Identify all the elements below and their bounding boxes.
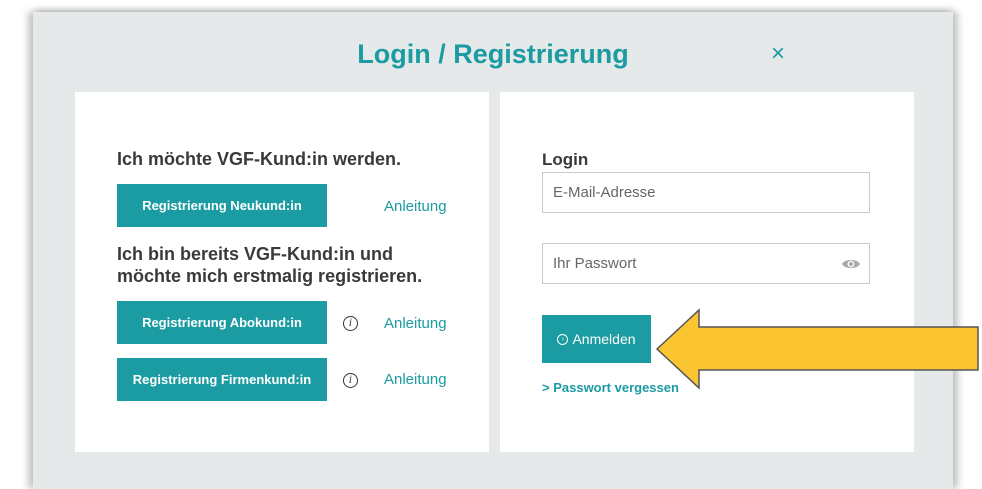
existing-customer-heading-line1: Ich bin bereits VGF-Kund:in und <box>117 244 393 264</box>
login-panel: Login › Anmelden > Passwort vergessen <box>500 92 914 452</box>
existing-customer-heading-line2: möchte mich erstmalig registrieren. <box>117 266 423 286</box>
email-field[interactable] <box>543 173 833 212</box>
register-business-customer-button[interactable]: Registrierung Firmenkund:in <box>117 358 327 401</box>
login-registration-modal: Login / Registrierung × Ich möchte VGF-K… <box>33 12 953 489</box>
guide-link-subscription[interactable]: Anleitung <box>384 315 447 332</box>
modal-title: Login / Registrierung <box>357 39 629 69</box>
guide-link-business[interactable]: Anleitung <box>384 371 447 388</box>
login-submit-button[interactable]: › Anmelden <box>542 315 651 363</box>
info-icon[interactable]: i <box>343 316 358 331</box>
password-field-wrapper <box>542 243 870 284</box>
email-field-wrapper <box>542 172 870 213</box>
close-icon[interactable]: × <box>766 42 790 66</box>
password-field[interactable] <box>543 244 833 283</box>
existing-customer-heading: Ich bin bereits VGF-Kund:in und möchte m… <box>117 243 422 287</box>
arrow-circle-icon: › <box>557 333 569 345</box>
registration-panel: Ich möchte VGF-Kund:in werden. Registrie… <box>75 92 489 452</box>
new-customer-heading: Ich möchte VGF-Kund:in werden. <box>117 149 402 169</box>
register-new-customer-button[interactable]: Registrierung Neukund:in <box>117 184 327 227</box>
register-subscription-customer-button[interactable]: Registrierung Abokund:in <box>117 301 327 344</box>
arrow-pointer-icon <box>655 308 979 390</box>
login-submit-label: Anmelden <box>572 331 636 347</box>
guide-link-new-customer[interactable]: Anleitung <box>384 198 447 215</box>
login-heading: Login <box>542 150 589 169</box>
eye-icon[interactable] <box>841 256 861 272</box>
info-icon[interactable]: i <box>343 373 358 388</box>
